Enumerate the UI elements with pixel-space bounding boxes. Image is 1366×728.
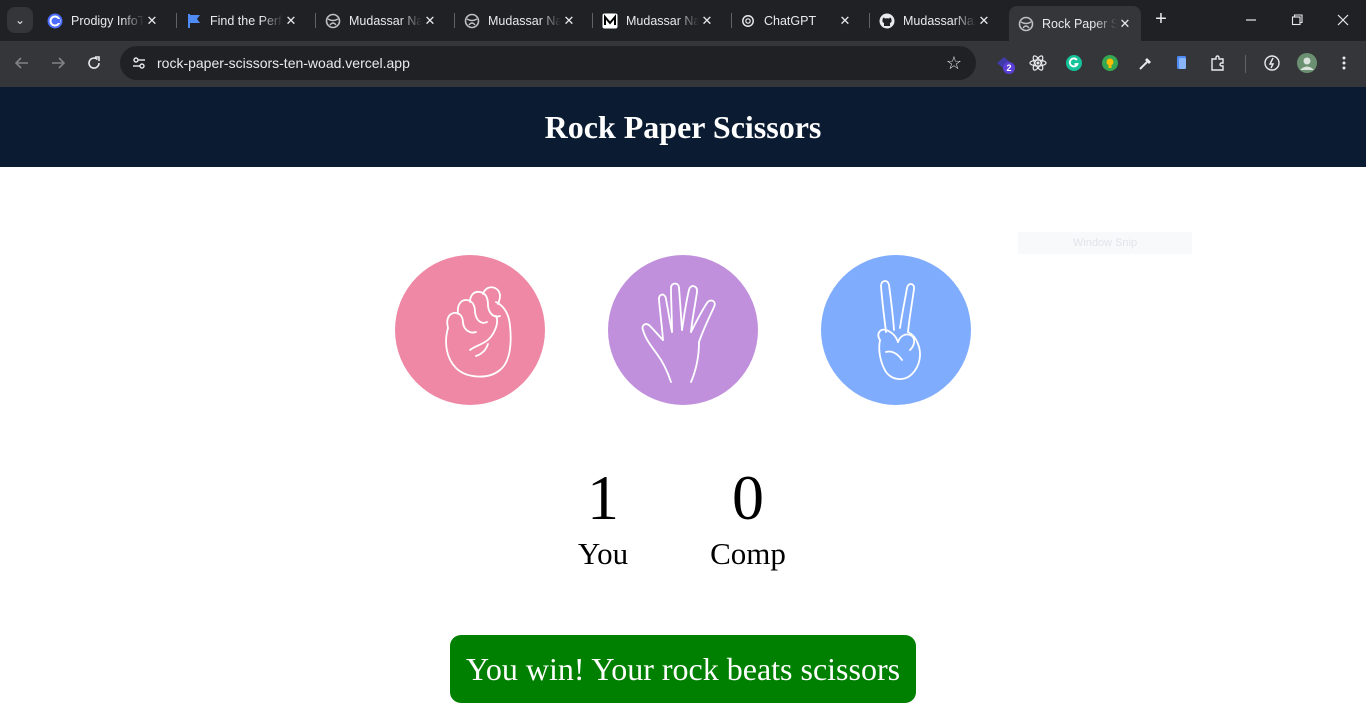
profile-avatar[interactable]: [1297, 53, 1317, 73]
lightbulb-icon[interactable]: [1100, 53, 1120, 73]
tab-title: Rock Paper Scissors: [1042, 16, 1117, 31]
close-icon[interactable]: ✕: [561, 13, 577, 29]
comp-score-label: Comp: [710, 536, 786, 571]
reload-button[interactable]: [80, 49, 108, 77]
close-icon[interactable]: ✕: [422, 13, 438, 29]
close-icon[interactable]: ✕: [1117, 16, 1133, 32]
github-icon: [879, 13, 895, 29]
back-button[interactable]: [8, 49, 36, 77]
comp-score-value: 0: [732, 462, 764, 533]
address-bar[interactable]: rock-paper-scissors-ten-woad.vercel.app …: [120, 46, 976, 80]
url-text[interactable]: rock-paper-scissors-ten-woad.vercel.app: [157, 55, 410, 71]
restore-button[interactable]: [1274, 0, 1320, 40]
tab-title: ChatGPT: [764, 13, 817, 28]
tab-title: MudassarNazir: [903, 13, 976, 28]
paper-choice-button[interactable]: [608, 255, 758, 405]
extension-badge-icon[interactable]: 2: [994, 53, 1015, 74]
site-info-icon[interactable]: [127, 51, 151, 75]
user-score-value: 1: [587, 462, 619, 533]
tab-title: Find the Perfect: [210, 13, 283, 28]
tab-title: Prodigy InfoTech: [71, 13, 144, 28]
extensions-puzzle-icon[interactable]: [1208, 53, 1228, 73]
window-snip-hint: Window Snip: [1018, 232, 1192, 254]
minimize-button[interactable]: [1228, 0, 1274, 40]
document-extension-icon[interactable]: [1172, 53, 1192, 73]
tab-title: Mudassar Nazir: [626, 13, 699, 28]
tab-title: Mudassar Nazir: [349, 13, 422, 28]
new-tab-button[interactable]: +: [1150, 8, 1172, 30]
prodigy-icon: [47, 13, 63, 29]
tab-github[interactable]: MudassarNazir ✕: [870, 5, 1000, 36]
user-score: 1 You: [543, 462, 663, 572]
globe-icon: [325, 13, 341, 29]
medium-icon: [602, 13, 618, 29]
eyedropper-icon[interactable]: [1136, 53, 1156, 73]
forward-button[interactable]: [44, 49, 72, 77]
tab-mudassar-medium[interactable]: Mudassar Nazir ✕: [593, 5, 723, 36]
tab-search-button[interactable]: ⌄: [7, 7, 33, 33]
scissors-choice-button[interactable]: [821, 255, 971, 405]
page-title: Rock Paper Scissors: [544, 108, 822, 145]
comp-score: 0 Comp: [688, 462, 808, 572]
globe-icon: [464, 13, 480, 29]
performance-icon[interactable]: [1262, 53, 1282, 73]
close-icon[interactable]: ✕: [976, 13, 992, 29]
tab-mudassar-1[interactable]: Mudassar Nazir ✕: [316, 5, 446, 36]
tab-prodigy[interactable]: Prodigy InfoTech ✕: [38, 5, 168, 36]
close-icon[interactable]: ✕: [699, 13, 715, 29]
open-hand-icon: [641, 282, 716, 383]
tab-title: Mudassar Nazir: [488, 13, 561, 28]
globe-icon: [1018, 16, 1034, 32]
tab-find-perfect[interactable]: Find the Perfect ✕: [177, 5, 307, 36]
close-window-button[interactable]: [1320, 0, 1366, 40]
page-header: Rock Paper Scissors: [0, 87, 1366, 167]
browser-menu-icon[interactable]: [1334, 53, 1354, 73]
react-devtools-icon[interactable]: [1028, 53, 1048, 73]
tab-mudassar-2[interactable]: Mudassar Nazir ✕: [455, 5, 585, 36]
user-score-label: You: [577, 536, 629, 571]
close-icon[interactable]: ✕: [283, 13, 299, 29]
grammarly-icon[interactable]: [1064, 53, 1084, 73]
fist-icon: [445, 286, 512, 378]
tab-chatgpt[interactable]: ChatGPT ✕: [731, 5, 861, 36]
bookmark-star-icon[interactable]: ☆: [946, 52, 962, 74]
rock-choice-button[interactable]: [395, 255, 545, 405]
close-icon[interactable]: ✕: [837, 13, 853, 29]
flag-icon: [186, 13, 202, 29]
chatgpt-icon: [740, 13, 756, 29]
result-message: You win! Your rock beats scissors: [450, 635, 916, 703]
close-icon[interactable]: ✕: [144, 13, 160, 29]
extension-badge-count: 2: [1003, 62, 1015, 74]
tab-strip: ⌄ Prodigy InfoTech ✕ Find the Perfect ✕ …: [0, 0, 1366, 41]
victory-hand-icon: [877, 280, 921, 380]
browser-toolbar: rock-paper-scissors-ten-woad.vercel.app …: [0, 41, 1366, 87]
tab-rock-paper-scissors[interactable]: Rock Paper Scissors ✕: [1009, 6, 1141, 41]
